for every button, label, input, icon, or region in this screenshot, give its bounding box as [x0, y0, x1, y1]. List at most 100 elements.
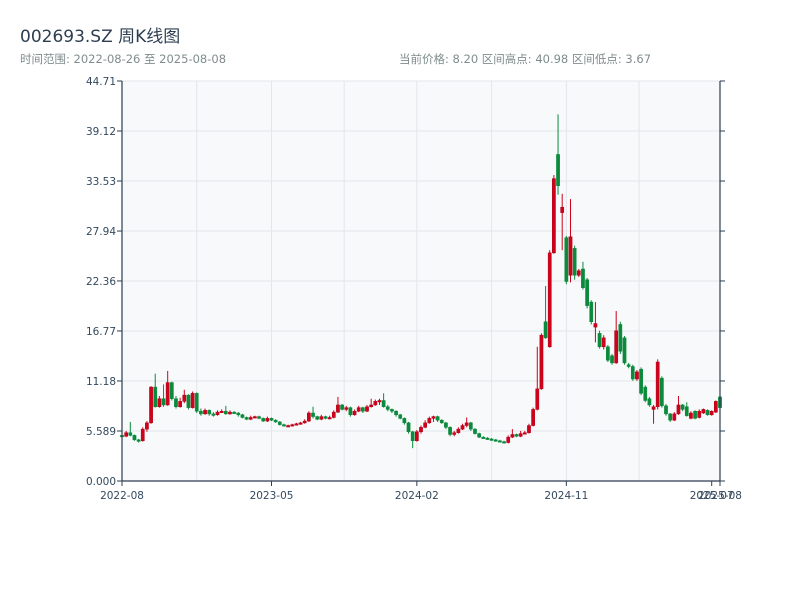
candle-up	[531, 409, 535, 426]
candle-up	[601, 337, 606, 348]
candle-down	[257, 416, 261, 419]
candle-down	[406, 422, 411, 433]
candle-down	[236, 412, 241, 416]
candle-down	[128, 432, 133, 436]
x-tick-label: 2024-02	[395, 490, 439, 502]
candle-up	[286, 425, 290, 428]
candle-up	[510, 434, 515, 438]
candle-up	[352, 410, 357, 416]
candle-down	[223, 410, 228, 415]
y-tick-label: 0.000	[86, 476, 116, 488]
candle-up	[713, 401, 718, 413]
candle-down	[244, 417, 249, 420]
candle-down	[232, 411, 236, 414]
candle-down	[473, 428, 477, 434]
candle-up	[452, 432, 457, 435]
candle-down	[136, 439, 141, 442]
candle-up	[697, 410, 702, 418]
candle-up	[535, 388, 540, 410]
y-tick-label: 33.53	[86, 176, 116, 188]
candle-up	[124, 432, 129, 437]
candle-up	[614, 330, 619, 364]
candle-down	[311, 412, 315, 417]
candle-up	[182, 394, 187, 402]
candle-down	[261, 418, 266, 422]
candle-down	[194, 393, 199, 412]
candle-down	[394, 410, 398, 416]
candle-down	[622, 337, 627, 364]
candle-up	[203, 410, 207, 415]
candle-up	[327, 417, 332, 420]
candle-up	[365, 406, 369, 412]
candle-up	[522, 432, 527, 435]
candle-up	[431, 416, 436, 419]
candle-down	[211, 413, 216, 416]
candle-up	[539, 334, 544, 390]
candle-up	[419, 427, 423, 433]
candle-down	[315, 416, 320, 420]
candle-down	[448, 427, 452, 435]
candle-down	[502, 441, 506, 444]
candle-down	[169, 382, 174, 399]
candle-up	[568, 236, 573, 276]
candle-up	[593, 323, 598, 328]
y-tick-label: 27.94	[86, 226, 116, 238]
y-tick-label: 22.36	[86, 276, 116, 288]
candle-up	[298, 422, 303, 425]
candle-up	[651, 406, 656, 410]
candle-down	[630, 366, 635, 380]
candle-up	[427, 418, 432, 424]
candle-up	[253, 416, 257, 419]
candle-down	[485, 437, 490, 440]
candle-up	[456, 428, 461, 433]
candle-down	[581, 268, 585, 289]
candle-up	[302, 420, 307, 424]
candle-up	[165, 382, 170, 406]
candle-down	[410, 431, 415, 441]
candle-down	[161, 398, 166, 406]
candle-up	[294, 423, 299, 426]
candle-up	[331, 411, 336, 418]
candle-up	[140, 428, 145, 441]
candle-down	[153, 386, 158, 407]
candle-down	[468, 422, 473, 430]
candle-down	[477, 433, 481, 438]
x-tick-label: 2023-05	[250, 490, 294, 502]
candle-down	[361, 407, 365, 412]
candle-down	[639, 368, 643, 394]
candle-up	[709, 410, 714, 416]
candle-down	[660, 377, 664, 407]
candlestick-chart: 0.000 5.589 11.18 16.77 22.36 27.94 33.53 39.12…	[86, 76, 742, 502]
candle-up	[190, 393, 195, 408]
candle-down	[543, 321, 548, 339]
candle-down	[610, 355, 614, 364]
candle-up	[635, 371, 639, 380]
candle-up	[701, 409, 706, 414]
candle-up	[689, 412, 693, 419]
candle-down	[680, 404, 685, 410]
candle-down	[207, 410, 212, 415]
candle-up	[676, 404, 681, 415]
candle-up	[576, 270, 581, 276]
candle-up	[290, 424, 295, 427]
candle-up	[307, 412, 311, 422]
candle-up	[672, 413, 677, 421]
candle-up	[506, 436, 511, 443]
candle-up	[215, 411, 220, 416]
candle-down	[439, 419, 444, 424]
candle-up	[423, 422, 428, 428]
y-tick-label: 16.77	[86, 326, 116, 338]
candle-down	[269, 418, 274, 421]
candle-up	[248, 417, 253, 420]
candle-up	[145, 422, 149, 430]
candle-down	[597, 333, 602, 348]
candle-down	[618, 324, 623, 352]
candle-up	[655, 361, 660, 407]
candle-up	[518, 433, 523, 437]
candle-up	[560, 206, 565, 213]
candle-down	[435, 416, 440, 421]
candle-up	[464, 422, 469, 426]
candle-up	[547, 252, 552, 348]
candle-down	[174, 398, 178, 407]
candle-up	[344, 407, 349, 410]
